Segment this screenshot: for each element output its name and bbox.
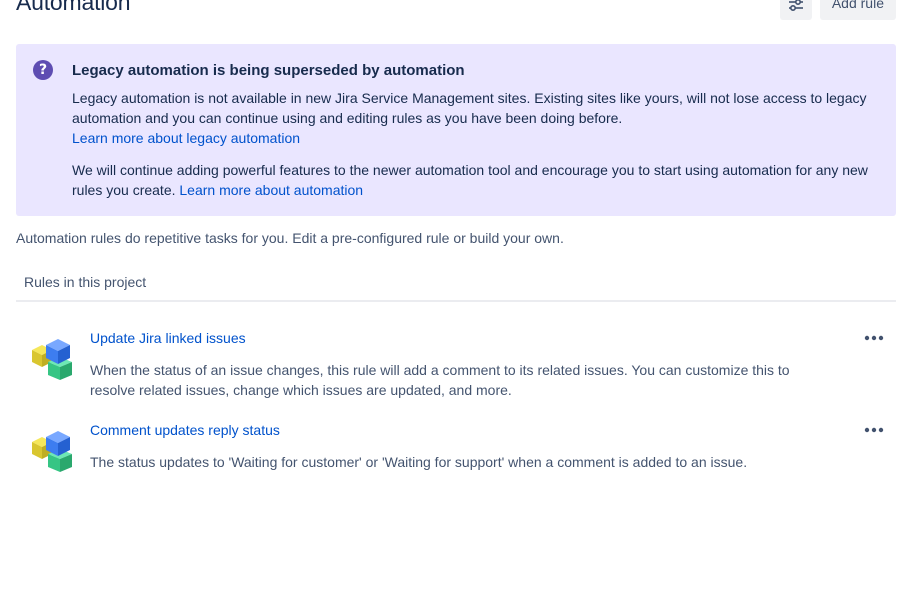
intro-text: Automation rules do repetitive tasks for… (16, 230, 564, 246)
header-actions: Add rule (779, 0, 896, 20)
sliders-icon (788, 0, 803, 12)
rule-title-link[interactable]: Update Jira linked issues (90, 328, 246, 348)
legacy-automation-link[interactable]: Learn more about legacy automation (72, 130, 300, 146)
legacy-automation-banner: ? Legacy automation is being superseded … (16, 44, 896, 216)
more-icon (864, 427, 884, 433)
more-actions-button[interactable] (862, 328, 886, 348)
automation-cubes-icon (32, 431, 72, 472)
add-rule-label: Add rule (831, 0, 884, 11)
settings-button[interactable] (779, 0, 812, 20)
rule-description: When the status of an issue changes, thi… (90, 362, 790, 398)
banner-paragraph-1-text: Legacy automation is not available in ne… (72, 90, 867, 126)
add-rule-button[interactable]: Add rule (819, 0, 896, 20)
automation-cubes-icon (32, 339, 72, 380)
banner-paragraph-2: We will continue adding powerful feature… (72, 160, 882, 200)
banner-title: Legacy automation is being superseded by… (72, 62, 465, 79)
rule-item: Comment updates reply status The status … (16, 420, 896, 476)
rules-section-label: Rules in this project (24, 274, 147, 290)
page-header: Automation Add rule (16, 0, 896, 22)
question-icon: ? (33, 60, 53, 80)
more-actions-button[interactable] (862, 420, 886, 440)
more-icon (864, 335, 884, 341)
automation-link[interactable]: Learn more about automation (179, 182, 363, 198)
section-divider (16, 300, 896, 302)
banner-paragraph-1: Legacy automation is not available in ne… (72, 88, 882, 148)
rule-description: The status updates to 'Waiting for custo… (90, 454, 748, 470)
page-title: Automation (16, 0, 131, 15)
banner-body: Legacy automation is not available in ne… (72, 88, 882, 200)
rule-item: Update Jira linked issues When the statu… (16, 328, 896, 404)
automation-page: Automation Add rule ? Legacy automation … (0, 0, 905, 607)
rule-title-link[interactable]: Comment updates reply status (90, 420, 280, 440)
